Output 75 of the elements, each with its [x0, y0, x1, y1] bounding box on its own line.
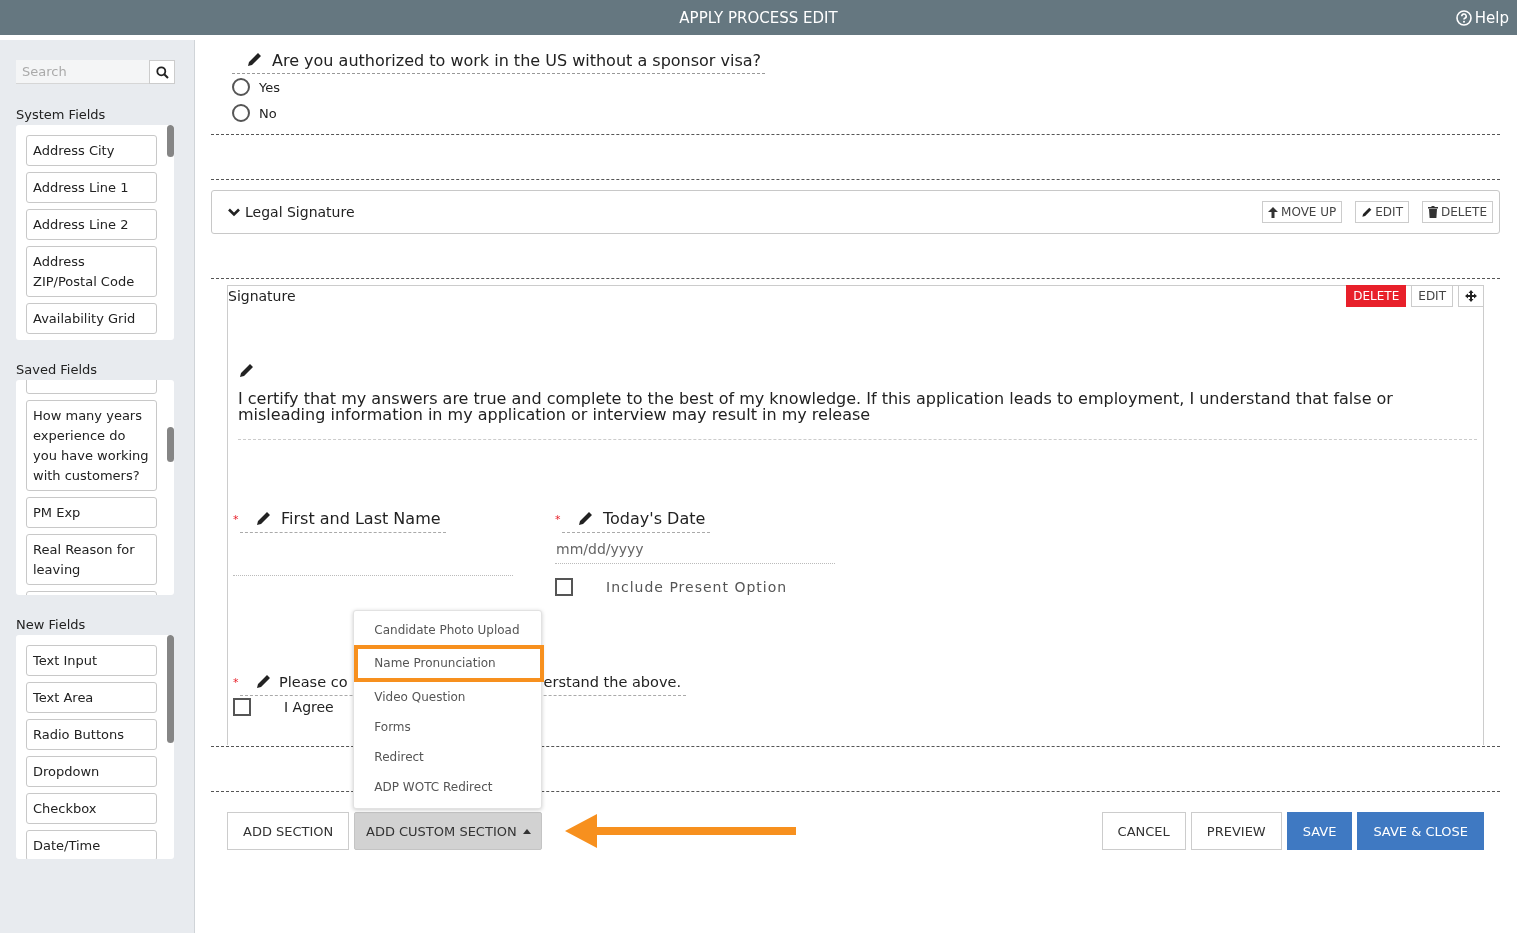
field-item[interactable]: Availability Grid [26, 303, 157, 334]
field-item[interactable]: Address Line 2 [26, 209, 157, 240]
field-item[interactable]: Address ZIP/Postal Code [26, 246, 157, 297]
field-item[interactable]: Text Area [26, 682, 157, 713]
radio-button[interactable] [232, 104, 250, 122]
pencil-icon [255, 673, 271, 690]
edit-button[interactable]: EDIT [1411, 285, 1453, 307]
checkbox-label: Include Present Option [606, 579, 788, 595]
action-button[interactable]: SAVE [1286, 812, 1353, 850]
radio-button[interactable] [232, 78, 250, 96]
help-link[interactable]: Help [1455, 0, 1509, 35]
checkbox-label: I Agree [284, 699, 334, 715]
group-title: System Fields [16, 106, 107, 124]
menu-item[interactable]: Name Pronunciation [354, 645, 545, 682]
search-icon [155, 65, 169, 79]
field-item[interactable]: Radio Buttons [26, 719, 157, 750]
section-action-button[interactable]: DELETE [1422, 201, 1493, 223]
card-title: Signature [228, 287, 296, 306]
section-action-button[interactable]: MOVE UP [1262, 201, 1343, 223]
action-button[interactable]: ADD SECTION [227, 812, 350, 850]
arrow-up-icon [1268, 206, 1279, 218]
action-button[interactable]: SAVE & CLOSE [1357, 812, 1484, 850]
scrollbar-thumb[interactable] [167, 427, 174, 462]
required-marker: * [233, 512, 240, 526]
caret-icon [522, 828, 531, 834]
pencil-icon [1361, 206, 1373, 218]
field-item[interactable]: Real Reason for leaving [26, 534, 157, 585]
action-button[interactable]: PREVIEW [1190, 812, 1282, 850]
search-field[interactable]: Search [16, 60, 149, 84]
menu-item[interactable]: Redirect [354, 742, 542, 772]
field-item[interactable]: PM Exp [26, 497, 157, 528]
menu-item[interactable]: Forms [354, 712, 542, 742]
pencil-icon [255, 510, 271, 527]
move-icon [1465, 290, 1477, 302]
field-item[interactable]: Checkbox [26, 793, 157, 824]
dropdown-button[interactable]: ADD CUSTOM SECTION [354, 812, 543, 850]
group-title: Saved Fields [16, 361, 99, 379]
checkbox[interactable] [555, 578, 573, 596]
option-label: Yes [259, 79, 280, 95]
field-item[interactable]: Dropdown [26, 756, 157, 787]
pencil-icon [246, 52, 262, 68]
move-button[interactable] [1458, 285, 1484, 307]
required-marker: * [555, 512, 562, 526]
field-item[interactable]: Text Input [26, 645, 157, 676]
field-item[interactable]: Date/Time [26, 830, 157, 859]
question-label: Are you authorized to work in the US without a sponsor visa? [272, 50, 762, 70]
help-icon [1455, 9, 1472, 26]
window-title: APPLY PROCESS EDIT [679, 8, 838, 27]
certification-statement: I certify that my answers are true and complete to the best of my knowledge. If this application leads to employment, I understand that false or misleading information in my application or interview may result in my release [238, 391, 1394, 423]
consent-label: Please co [279, 673, 348, 690]
trash-icon [1428, 206, 1438, 218]
scrollbar-thumb[interactable] [167, 635, 174, 743]
menu-item[interactable]: Candidate Photo Upload [354, 615, 542, 645]
consent-label: erstand the above. [543, 673, 681, 690]
section-action-button[interactable]: EDIT [1355, 201, 1409, 223]
menu-item[interactable]: ADP WOTC Redirect [354, 772, 542, 802]
menu-item[interactable]: Video Question [354, 682, 542, 712]
pencil-icon [577, 510, 593, 527]
required-marker: * [233, 675, 240, 689]
field-item[interactable]: Address Line 1 [26, 172, 157, 203]
checkbox[interactable] [233, 698, 251, 716]
search-button[interactable] [149, 60, 175, 84]
section-title: Legal Signature [245, 204, 356, 220]
group-title: New Fields [16, 616, 87, 634]
field-label: Today's Date [603, 509, 706, 528]
option-label: No [259, 105, 277, 121]
action-button[interactable]: CANCEL [1101, 812, 1186, 850]
pencil-icon [238, 363, 254, 379]
field-item[interactable]: Address City [26, 135, 157, 166]
field-label: First and Last Name [281, 509, 441, 528]
field-item[interactable]: How many years experience do you have working with customers? [26, 400, 157, 491]
delete-button[interactable]: DELETE [1346, 285, 1407, 307]
date-input[interactable]: mm/dd/yyyy [555, 535, 835, 564]
chevron-down-icon[interactable] [228, 207, 240, 217]
scrollbar-thumb[interactable] [167, 125, 174, 157]
